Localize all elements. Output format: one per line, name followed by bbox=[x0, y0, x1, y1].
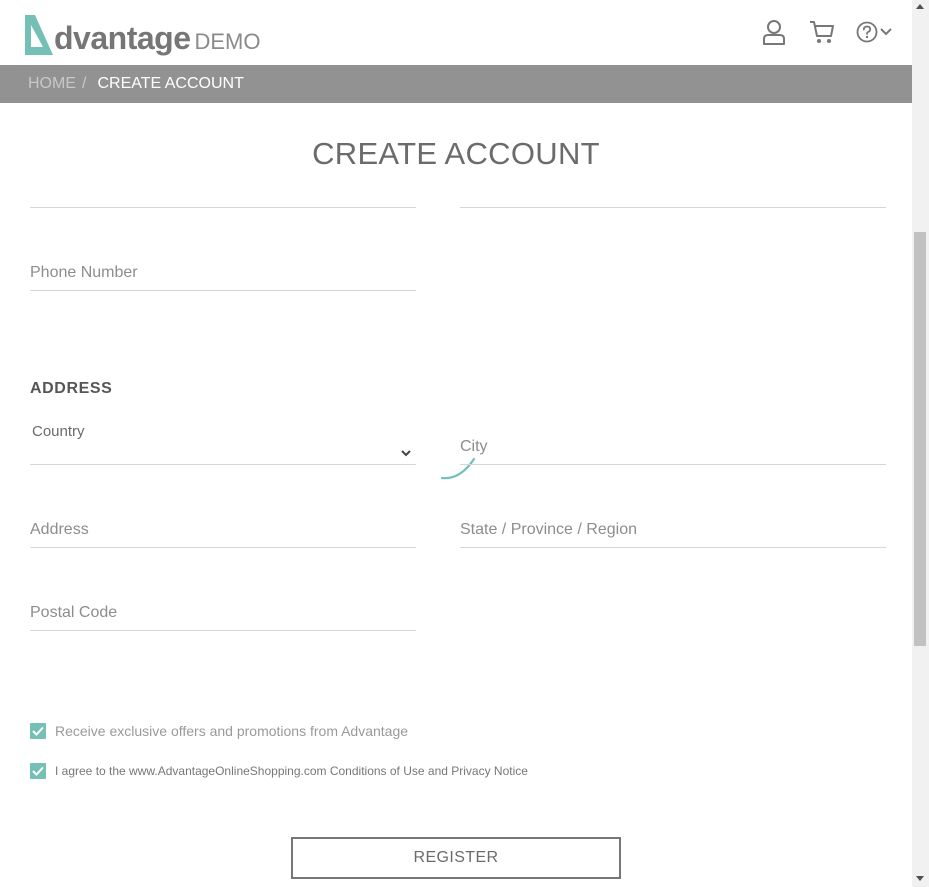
address-section-title: ADDRESS bbox=[30, 380, 113, 397]
field-underline-right[interactable] bbox=[460, 207, 886, 208]
breadcrumb-home-link[interactable]: HOME bbox=[28, 75, 76, 93]
vertical-scrollbar[interactable] bbox=[912, 0, 929, 887]
offers-checkbox[interactable] bbox=[30, 723, 46, 739]
user-icon[interactable] bbox=[760, 18, 788, 46]
loading-spinner-icon bbox=[440, 456, 478, 487]
advantage-logo[interactable]: dvantage DEMO bbox=[22, 10, 260, 55]
scroll-down-arrow-icon[interactable] bbox=[916, 876, 924, 881]
help-icon[interactable] bbox=[856, 21, 878, 43]
agree-row: I agree to the www.AdvantageOnlineShoppi… bbox=[30, 763, 528, 779]
logo-mark-icon bbox=[22, 13, 56, 55]
city-underline bbox=[460, 464, 886, 465]
register-button[interactable]: REGISTER bbox=[291, 837, 621, 879]
offers-label: Receive exclusive offers and promotions … bbox=[55, 723, 409, 739]
check-icon bbox=[32, 726, 44, 736]
breadcrumb-separator: / bbox=[82, 75, 87, 92]
agree-checkbox[interactable] bbox=[30, 763, 46, 779]
site-header: dvantage DEMO bbox=[0, 0, 912, 65]
agree-label: I agree to the www.AdvantageOnlineShoppi… bbox=[55, 764, 528, 778]
address-input[interactable]: Address bbox=[30, 521, 89, 539]
state-input[interactable]: State / Province / Region bbox=[460, 521, 637, 539]
phone-number-underline bbox=[30, 290, 416, 291]
city-input[interactable]: City bbox=[460, 438, 488, 456]
postal-code-input[interactable]: Postal Code bbox=[30, 604, 117, 622]
breadcrumb-current: CREATE ACCOUNT bbox=[97, 75, 244, 92]
help-menu[interactable] bbox=[856, 21, 892, 43]
cart-icon[interactable] bbox=[808, 18, 836, 46]
check-icon bbox=[32, 766, 44, 776]
logo-text: dvantage bbox=[54, 20, 191, 56]
offers-row: Receive exclusive offers and promotions … bbox=[30, 723, 408, 739]
chevron-down-icon[interactable] bbox=[400, 446, 412, 464]
state-underline bbox=[460, 547, 886, 548]
chevron-down-icon[interactable] bbox=[880, 27, 892, 37]
country-select[interactable]: Country bbox=[32, 423, 85, 440]
logo-demo-text: DEMO bbox=[194, 29, 261, 54]
breadcrumb: HOME / CREATE ACCOUNT bbox=[0, 65, 912, 103]
page-title: CREATE ACCOUNT bbox=[312, 136, 600, 171]
address-underline bbox=[30, 547, 416, 548]
scrollbar-thumb[interactable] bbox=[914, 232, 926, 646]
phone-number-input[interactable]: Phone Number bbox=[30, 264, 138, 282]
scroll-up-arrow-icon[interactable] bbox=[916, 4, 924, 9]
country-underline bbox=[30, 464, 416, 465]
postal-code-underline bbox=[30, 630, 416, 631]
field-underline-left[interactable] bbox=[30, 207, 416, 208]
